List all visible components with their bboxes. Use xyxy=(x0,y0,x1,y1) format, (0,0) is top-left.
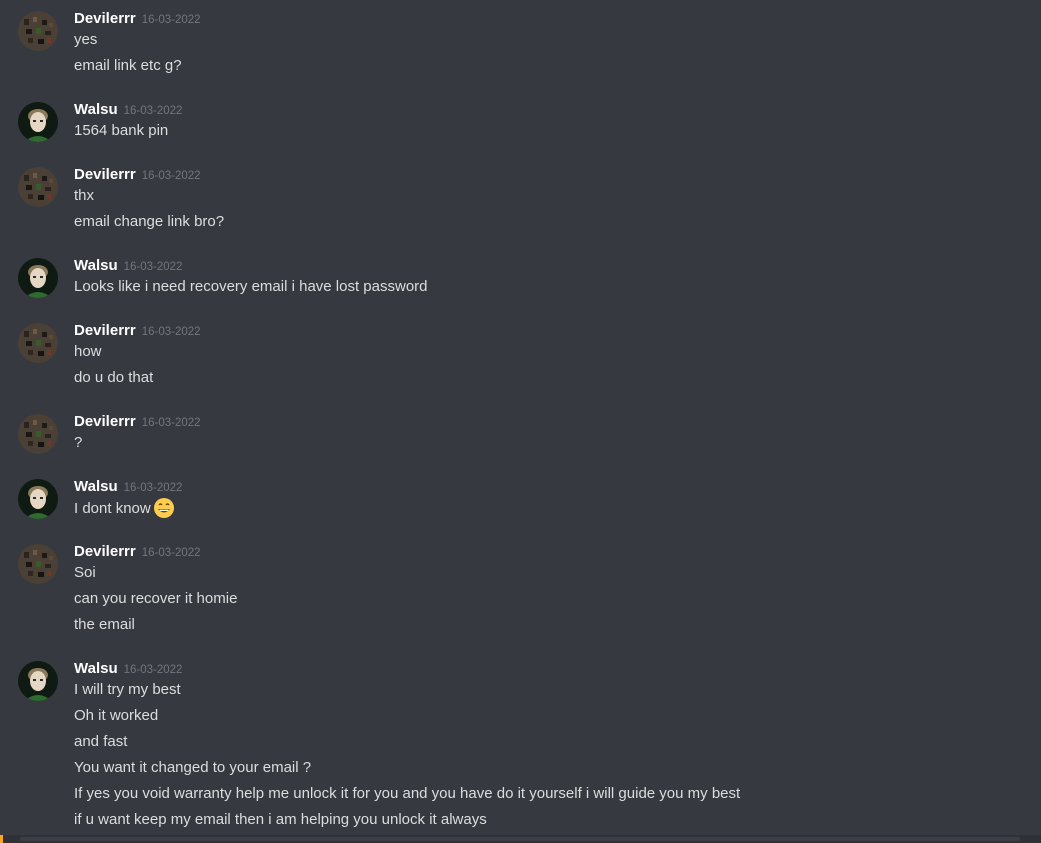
username[interactable]: Devilerrr xyxy=(74,543,136,560)
message-header: Devilerrr 16-03-2022 xyxy=(74,412,201,434)
message-text: Soi xyxy=(74,564,96,581)
timestamp: 16-03-2022 xyxy=(141,417,201,429)
devilerrr-avatar-icon[interactable] xyxy=(18,167,58,207)
message-header: Walsu 16-03-2022 xyxy=(74,256,182,278)
devilerrr-avatar-icon[interactable] xyxy=(18,11,58,51)
timestamp: 16-03-2022 xyxy=(141,14,201,26)
message-text: if u want keep my email then i am helpin… xyxy=(74,811,487,828)
message-header: Devilerrr 16-03-2022 xyxy=(74,321,201,343)
timestamp: 16-03-2022 xyxy=(141,326,201,338)
message-text: I dont know xyxy=(74,500,151,517)
message-header: Devilerrr 16-03-2022 xyxy=(74,542,201,564)
message-text: Looks like i need recovery email i have … xyxy=(74,278,428,295)
username[interactable]: Walsu xyxy=(74,257,118,274)
message-text: You want it changed to your email ? xyxy=(74,759,312,776)
message-text: ? xyxy=(74,434,83,451)
chat-messages-area: Devilerrr 16-03-2022 yes email link etc g… xyxy=(0,0,1041,835)
message-text: yes xyxy=(74,31,98,48)
username[interactable]: Walsu xyxy=(74,660,118,677)
message-group: Devilerrr 16-03-2022 thx email change lin… xyxy=(0,165,1041,235)
message-text: email change link bro? xyxy=(74,213,225,230)
message-text: can you recover it homie xyxy=(74,590,238,607)
timestamp: 16-03-2022 xyxy=(123,261,183,273)
horizontal-scrollbar[interactable] xyxy=(20,837,1020,841)
message-text: do u do that xyxy=(74,369,154,386)
message-group: Walsu 16-03-2022 I will try my best Oh it… xyxy=(0,659,1041,835)
grinning-face-emoji-icon[interactable] xyxy=(153,497,175,519)
message-group: Walsu 16-03-2022 Looks like i need recove… xyxy=(0,256,1041,300)
message-header: Devilerrr 16-03-2022 xyxy=(74,165,201,187)
message-text: how xyxy=(74,343,102,360)
message-text: If yes you void warranty help me unlock … xyxy=(74,785,741,802)
bottom-accent-marker xyxy=(0,835,3,843)
walsu-avatar-icon[interactable] xyxy=(18,102,58,142)
message-group: Devilerrr 16-03-2022 Soi can you recover … xyxy=(0,542,1041,638)
message-group: Devilerrr 16-03-2022 yes email link etc g… xyxy=(0,9,1041,79)
username[interactable]: Devilerrr xyxy=(74,166,136,183)
message-group: Walsu 16-03-2022 1564 bank pin xyxy=(0,100,1041,144)
message-header: Walsu 16-03-2022 xyxy=(74,477,182,499)
message-group: Devilerrr 16-03-2022 ? xyxy=(0,412,1041,456)
timestamp: 16-03-2022 xyxy=(123,482,183,494)
walsu-avatar-icon[interactable] xyxy=(18,661,58,701)
username[interactable]: Walsu xyxy=(74,478,118,495)
devilerrr-avatar-icon[interactable] xyxy=(18,414,58,454)
timestamp: 16-03-2022 xyxy=(123,105,183,117)
message-text: Oh it worked xyxy=(74,707,159,724)
message-header: Walsu 16-03-2022 xyxy=(74,100,182,122)
message-text: I will try my best xyxy=(74,681,181,698)
message-line: I dont know xyxy=(74,497,175,520)
message-group: Walsu 16-03-2022 I dont know xyxy=(0,477,1041,521)
devilerrr-avatar-icon[interactable] xyxy=(18,544,58,584)
username[interactable]: Devilerrr xyxy=(74,10,136,27)
message-text: 1564 bank pin xyxy=(74,122,169,139)
message-group: Devilerrr 16-03-2022 how do u do that xyxy=(0,321,1041,391)
timestamp: 16-03-2022 xyxy=(141,170,201,182)
message-header: Walsu 16-03-2022 xyxy=(74,659,182,681)
timestamp: 16-03-2022 xyxy=(123,664,183,676)
message-text: email link etc g? xyxy=(74,57,182,74)
username[interactable]: Devilerrr xyxy=(74,322,136,339)
message-header: Devilerrr 16-03-2022 xyxy=(74,9,201,31)
message-text: the email xyxy=(74,616,135,633)
timestamp: 16-03-2022 xyxy=(141,547,201,559)
message-text: thx xyxy=(74,187,95,204)
devilerrr-avatar-icon[interactable] xyxy=(18,323,58,363)
walsu-avatar-icon[interactable] xyxy=(18,479,58,519)
username[interactable]: Walsu xyxy=(74,101,118,118)
walsu-avatar-icon[interactable] xyxy=(18,258,58,298)
username[interactable]: Devilerrr xyxy=(74,413,136,430)
message-text: and fast xyxy=(74,733,128,750)
